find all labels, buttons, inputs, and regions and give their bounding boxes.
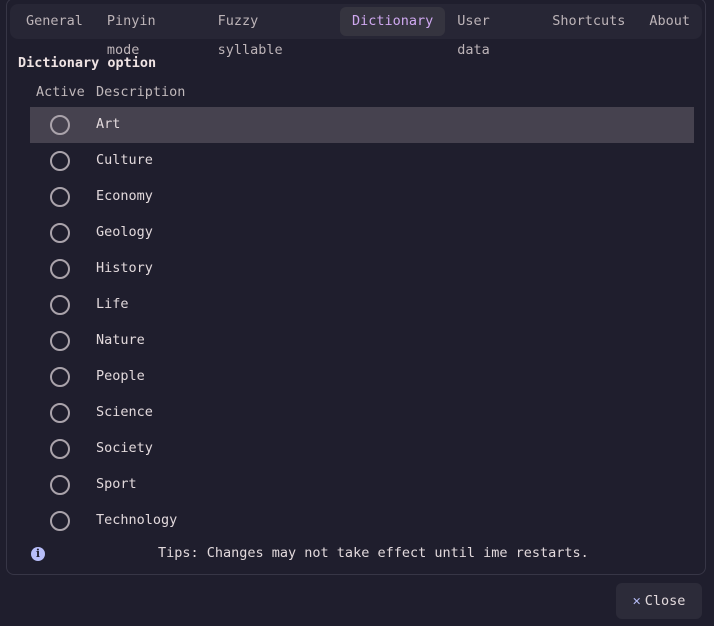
item-description: Society	[96, 440, 153, 456]
list-item[interactable]: Science	[30, 395, 694, 431]
list-item[interactable]: Society	[30, 431, 694, 467]
list-item[interactable]: Technology	[30, 503, 694, 539]
list-item[interactable]: History	[30, 251, 694, 287]
list-item[interactable]: Geology	[30, 215, 694, 251]
active-radio[interactable]	[50, 187, 70, 207]
item-description: Art	[96, 116, 121, 132]
tab-general[interactable]: General	[14, 7, 95, 36]
active-radio[interactable]	[50, 331, 70, 351]
tab-about[interactable]: About	[637, 7, 702, 36]
active-radio[interactable]	[50, 115, 70, 135]
tip-text: Tips: Changes may not take effect until …	[158, 545, 589, 561]
item-description: Geology	[96, 224, 153, 240]
list-item[interactable]: Economy	[30, 179, 694, 215]
column-header-description: Description	[96, 84, 186, 100]
list-item[interactable]: People	[30, 359, 694, 395]
tab-fuzzy-syllable[interactable]: Fuzzy syllable	[206, 7, 340, 58]
active-radio[interactable]	[50, 367, 70, 387]
item-description: Economy	[96, 188, 153, 204]
active-radio[interactable]	[50, 295, 70, 315]
info-icon: i	[31, 547, 45, 561]
tab-bar: General Pinyin mode Fuzzy syllable Dictiona…	[10, 4, 702, 58]
close-button[interactable]: ✕ Close	[616, 583, 702, 619]
tab-user-data[interactable]: User data	[445, 7, 540, 58]
tab-shortcuts[interactable]: Shortcuts	[540, 7, 637, 36]
list-item[interactable]: Art	[30, 107, 694, 143]
item-description: People	[96, 368, 145, 384]
item-description: Nature	[96, 332, 145, 348]
list-item[interactable]: Culture	[30, 143, 694, 179]
active-radio[interactable]	[50, 151, 70, 171]
tab-dictionary[interactable]: Dictionary	[339, 7, 446, 36]
column-header-active: Active	[36, 84, 85, 100]
tab-pinyin-mode[interactable]: Pinyin mode	[95, 7, 206, 58]
close-icon: ✕	[632, 593, 641, 609]
item-description: Science	[96, 404, 153, 420]
active-radio[interactable]	[50, 475, 70, 495]
item-description: Sport	[96, 476, 137, 492]
list-item[interactable]: Life	[30, 287, 694, 323]
item-description: Technology	[96, 512, 178, 528]
list-item[interactable]: Nature	[30, 323, 694, 359]
active-radio[interactable]	[50, 259, 70, 279]
active-radio[interactable]	[50, 511, 70, 531]
list-item[interactable]: Sport	[30, 467, 694, 503]
active-radio[interactable]	[50, 223, 70, 243]
active-radio[interactable]	[50, 403, 70, 423]
dictionary-list: Art Culture Economy Geology History Life Natur…	[30, 107, 694, 539]
close-label: Close	[644, 593, 686, 609]
item-description: History	[96, 260, 153, 276]
item-description: Culture	[96, 152, 153, 168]
active-radio[interactable]	[50, 439, 70, 459]
section-title: Dictionary option	[18, 55, 157, 71]
item-description: Life	[96, 296, 129, 312]
